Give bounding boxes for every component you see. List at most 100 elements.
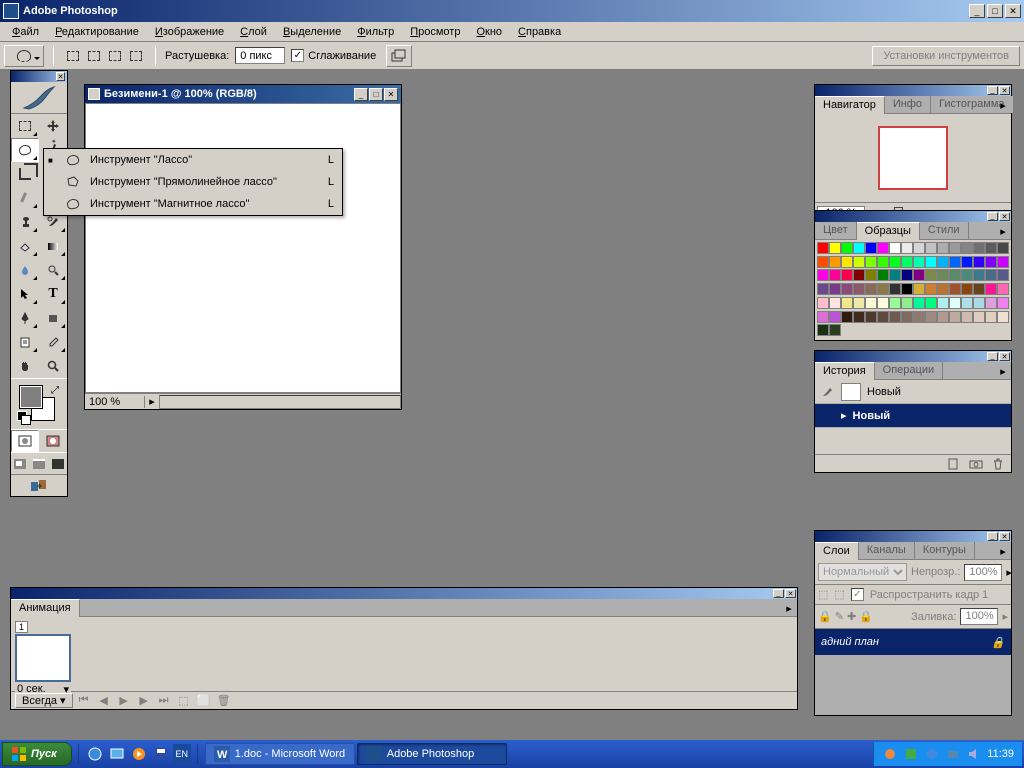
navigator-body[interactable] — [815, 114, 1011, 202]
swatch-grid[interactable] — [815, 240, 1011, 340]
crop-tool[interactable] — [11, 162, 39, 186]
menu-image[interactable]: Изображение — [147, 24, 232, 40]
swatch-cell[interactable] — [949, 256, 961, 268]
document-canvas[interactable] — [85, 103, 401, 393]
swatch-cell[interactable] — [829, 283, 841, 295]
panel-header[interactable]: _✕ — [11, 588, 797, 599]
new-frame-icon[interactable]: ⬜ — [195, 694, 213, 708]
swatch-cell[interactable] — [841, 297, 853, 309]
standard-mode-icon[interactable] — [11, 430, 39, 452]
menu-help[interactable]: Справка — [510, 24, 569, 40]
swatch-cell[interactable] — [973, 311, 985, 323]
task-photoshop[interactable]: Adobe Photoshop — [357, 743, 507, 765]
swatch-cell[interactable] — [889, 311, 901, 323]
start-button[interactable]: Пуск — [2, 742, 72, 766]
swatch-cell[interactable] — [901, 256, 913, 268]
swatch-cell[interactable] — [973, 297, 985, 309]
swatch-cell[interactable] — [853, 297, 865, 309]
swatch-cell[interactable] — [865, 311, 877, 323]
shape-tool[interactable] — [39, 306, 67, 330]
swatch-cell[interactable] — [997, 283, 1009, 295]
swatch-cell[interactable] — [829, 324, 841, 336]
swatch-cell[interactable] — [973, 242, 985, 254]
swatch-cell[interactable] — [997, 311, 1009, 323]
swatch-cell[interactable] — [937, 256, 949, 268]
current-tool-icon[interactable] — [4, 45, 44, 67]
panel-close-icon[interactable]: ✕ — [999, 352, 1010, 361]
doc-close-icon[interactable]: ✕ — [384, 88, 398, 101]
swatch-cell[interactable] — [973, 283, 985, 295]
swatch-cell[interactable] — [901, 269, 913, 281]
tray-icon-4[interactable] — [945, 746, 961, 762]
swatch-cell[interactable] — [913, 311, 925, 323]
swatch-cell[interactable] — [817, 324, 829, 336]
screen-standard-icon[interactable] — [11, 453, 30, 474]
history-state[interactable]: ▸ Новый — [815, 404, 1011, 428]
panel-menu-icon[interactable]: ▸ — [783, 602, 795, 614]
swatch-cell[interactable] — [817, 269, 829, 281]
tween-icon[interactable]: ⬚ — [175, 694, 193, 708]
flyout-polygonal-lasso[interactable]: Инструмент "Прямолинейное лассо" L — [44, 171, 342, 193]
swatch-cell[interactable] — [973, 269, 985, 281]
swatch-cell[interactable] — [853, 269, 865, 281]
eyedropper-tool[interactable] — [39, 330, 67, 354]
tab-layers[interactable]: Слои — [815, 542, 859, 560]
swatch-cell[interactable] — [889, 269, 901, 281]
selection-intersect-icon[interactable] — [126, 46, 146, 66]
palette-toggle-icon[interactable] — [386, 45, 412, 67]
last-frame-icon[interactable]: ⏭ — [155, 694, 173, 708]
swatch-cell[interactable] — [997, 256, 1009, 268]
layer-row-background[interactable]: адний план 🔒 — [815, 629, 1011, 655]
panel-close-icon[interactable]: ✕ — [999, 212, 1010, 221]
tab-styles[interactable]: Стили — [920, 222, 969, 239]
tray-icon-2[interactable] — [903, 746, 919, 762]
swatch-cell[interactable] — [925, 283, 937, 295]
fill-input[interactable]: 100% — [960, 608, 998, 625]
doc-minimize-icon[interactable]: _ — [354, 88, 368, 101]
quickmask-mode-icon[interactable] — [39, 430, 67, 452]
screen-fullmenubar-icon[interactable] — [30, 453, 49, 474]
path-select-tool[interactable] — [11, 282, 39, 306]
swatch-cell[interactable] — [913, 269, 925, 281]
swatch-cell[interactable] — [997, 242, 1009, 254]
panel-minimize-icon[interactable]: _ — [987, 352, 998, 361]
gradient-tool[interactable] — [39, 234, 67, 258]
antialias-checkbox[interactable]: ✓ Сглаживание — [291, 49, 376, 62]
flyout-lasso[interactable]: ■ Инструмент "Лассо" L — [44, 149, 342, 171]
panel-minimize-icon[interactable]: _ — [987, 86, 998, 95]
propagate-icon[interactable]: ⬚ — [818, 588, 828, 601]
menu-window[interactable]: Окно — [468, 24, 510, 40]
swatch-cell[interactable] — [949, 283, 961, 295]
swatch-cell[interactable] — [853, 242, 865, 254]
tab-history[interactable]: История — [815, 362, 875, 380]
new-snapshot-icon[interactable] — [967, 457, 985, 471]
opacity-arrow-icon[interactable]: ▸ — [1006, 566, 1012, 579]
tab-swatches[interactable]: Образцы — [857, 222, 920, 240]
swatch-cell[interactable] — [985, 269, 997, 281]
clock[interactable]: 11:39 — [987, 748, 1014, 760]
swatch-cell[interactable] — [961, 242, 973, 254]
toolbox-close-icon[interactable]: ✕ — [56, 72, 65, 81]
navigator-thumbnail[interactable] — [878, 126, 948, 190]
swatch-cell[interactable] — [985, 256, 997, 268]
ql-player-icon[interactable] — [129, 744, 149, 764]
tab-info[interactable]: Инфо — [885, 96, 931, 113]
color-swatches[interactable]: ⤢ — [15, 383, 63, 425]
close-button[interactable]: ✕ — [1005, 4, 1021, 18]
first-frame-icon[interactable]: ⏮ — [75, 694, 93, 708]
swatch-cell[interactable] — [961, 297, 973, 309]
screen-full-icon[interactable] — [48, 453, 67, 474]
swatch-cell[interactable] — [841, 242, 853, 254]
delete-frame-icon[interactable]: 🗑 — [215, 694, 233, 708]
swatch-cell[interactable] — [829, 256, 841, 268]
swatch-cell[interactable] — [865, 269, 877, 281]
swatch-cell[interactable] — [961, 283, 973, 295]
prev-frame-icon[interactable]: ◀ — [95, 694, 113, 708]
marquee-tool[interactable] — [11, 114, 39, 138]
dodge-tool[interactable] — [39, 258, 67, 282]
blend-mode-select[interactable]: Нормальный — [818, 563, 907, 581]
swatch-cell[interactable] — [925, 311, 937, 323]
panel-menu-icon[interactable]: ▸ — [997, 225, 1009, 237]
swatch-cell[interactable] — [865, 297, 877, 309]
history-brush-source-icon[interactable] — [819, 384, 835, 400]
